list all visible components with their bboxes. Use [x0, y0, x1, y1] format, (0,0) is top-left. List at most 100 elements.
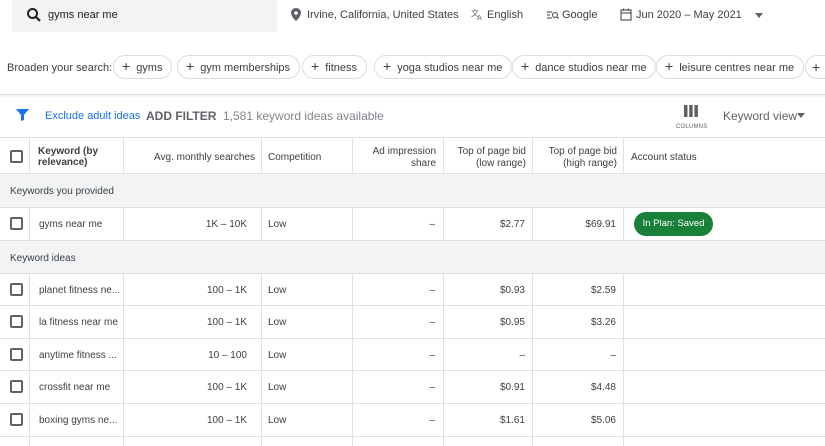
- table-row[interactable]: gyms near me 1K – 10K Low – $2.77 $69.91…: [0, 208, 825, 241]
- broaden-label: Broaden your search:: [7, 62, 113, 74]
- location-selector[interactable]: Irvine, California, United States: [291, 8, 459, 21]
- broaden-chip[interactable]: + leisure centres near me: [656, 55, 805, 79]
- section-keywords-provided: Keywords you provided: [0, 174, 825, 208]
- table-row[interactable]: [0, 437, 825, 446]
- language-selector[interactable]: 文 A English: [471, 8, 523, 21]
- broaden-chip[interactable]: + fitness: [302, 55, 367, 79]
- filter-icon[interactable]: [16, 108, 29, 121]
- impression-value: –: [429, 415, 435, 426]
- network-icon: [547, 11, 559, 19]
- col-header-bid-low[interactable]: Top of page bid (low range): [444, 138, 533, 173]
- row-checkbox[interactable]: [10, 413, 23, 426]
- col-header-competition[interactable]: Competition: [262, 138, 353, 173]
- table-row[interactable]: la fitness near me 100 – 1K Low – $0.95 …: [0, 306, 825, 339]
- top-bar: gyms near me Irvine, California, United …: [0, 0, 825, 32]
- table-header-row: Keyword (by relevance) Avg. monthly sear…: [0, 137, 825, 174]
- keyword-text: anytime fitness ...: [39, 350, 117, 361]
- table-row[interactable]: boxing gyms ne... 100 – 1K Low – $1.61 $…: [0, 404, 825, 437]
- avg-searches: 100 – 1K: [206, 382, 247, 393]
- col-header-keyword[interactable]: Keyword (by relevance): [30, 138, 124, 173]
- bid-high-value: $4.48: [590, 382, 616, 393]
- keyword-text: planet fitness ne...: [39, 285, 121, 296]
- bid-low-value: –: [519, 350, 525, 361]
- plus-icon: +: [665, 58, 674, 74]
- plus-icon: +: [311, 58, 320, 74]
- col-header-account-status[interactable]: Account status: [624, 138, 825, 173]
- bid-low-value: $2.77: [499, 219, 525, 230]
- keyword-ideas-count: 1,581 keyword ideas available: [223, 109, 384, 123]
- keyword-text: gyms near me: [39, 219, 103, 230]
- broaden-chip[interactable]: + dance studios near me: [512, 55, 657, 79]
- plus-icon: +: [383, 58, 392, 74]
- table-row[interactable]: anytime fitness ... 10 – 100 Low – – –: [0, 339, 825, 371]
- keyword-text: boxing gyms ne...: [39, 415, 118, 426]
- bid-high-value: $2.59: [590, 285, 616, 296]
- competition-value: Low: [268, 219, 287, 230]
- svg-text:A: A: [477, 14, 482, 21]
- bid-low-value: $0.95: [499, 317, 525, 328]
- bid-low-value: $1.61: [499, 415, 525, 426]
- row-checkbox[interactable]: [10, 348, 23, 361]
- search-icon: [27, 8, 41, 22]
- section-divider: [0, 94, 825, 95]
- search-input[interactable]: gyms near me: [12, 0, 277, 32]
- row-checkbox[interactable]: [10, 315, 23, 328]
- add-filter-button[interactable]: ADD FILTER: [146, 109, 216, 123]
- bid-high-value: $5.06: [590, 415, 616, 426]
- columns-button[interactable]: COLUMNS: [672, 105, 712, 131]
- competition-value: Low: [268, 317, 287, 328]
- broaden-search-row: Broaden your search: + gyms + gym membersh…: [0, 55, 825, 79]
- dropdown-arrow-icon: [797, 113, 805, 118]
- chip-scroll-right-button[interactable]: +: [805, 55, 825, 79]
- competition-value: Low: [268, 350, 287, 361]
- broaden-chip[interactable]: + gyms: [113, 55, 173, 79]
- row-checkbox[interactable]: [10, 217, 23, 230]
- avg-searches: 10 – 100: [208, 350, 247, 361]
- section-keyword-ideas: Keyword ideas: [0, 241, 825, 274]
- row-checkbox[interactable]: [10, 283, 23, 296]
- date-range-selector[interactable]: Jun 2020 – May 2021: [620, 8, 742, 21]
- avg-searches: 100 – 1K: [206, 317, 247, 328]
- row-checkbox[interactable]: [10, 380, 23, 393]
- col-header-ad-impression-share[interactable]: Ad impression share: [353, 138, 444, 173]
- impression-value: –: [429, 285, 435, 296]
- table-row[interactable]: planet fitness ne... 100 – 1K Low – $0.9…: [0, 274, 825, 306]
- competition-value: Low: [268, 382, 287, 393]
- impression-value: –: [429, 350, 435, 361]
- location-pin-icon: [291, 8, 301, 21]
- broaden-chip[interactable]: + yoga studios near me: [374, 55, 513, 79]
- impression-value: –: [429, 219, 435, 230]
- avg-searches: 100 – 1K: [206, 285, 247, 296]
- columns-icon: [684, 105, 698, 117]
- avg-searches: 100 – 1K: [206, 415, 247, 426]
- keyword-view-selector[interactable]: Keyword view: [723, 109, 805, 123]
- columns-label: COLUMNS: [676, 124, 708, 130]
- bid-low-value: $0.91: [499, 382, 525, 393]
- table-row[interactable]: crossfit near me 100 – 1K Low – $0.91 $4…: [0, 371, 825, 404]
- plus-icon: +: [521, 58, 530, 74]
- select-all-checkbox[interactable]: [10, 150, 23, 163]
- plus-icon: +: [812, 59, 821, 75]
- bid-high-value: –: [610, 350, 616, 361]
- competition-value: Low: [268, 415, 287, 426]
- keyword-text: la fitness near me: [39, 317, 118, 328]
- date-range-dropdown-icon[interactable]: [755, 13, 763, 18]
- bid-high-value: $69.91: [585, 219, 616, 230]
- keyword-view-label: Keyword view: [723, 109, 798, 123]
- calendar-icon: [620, 8, 632, 21]
- broaden-chip[interactable]: + gym memberships: [177, 55, 301, 79]
- avg-searches: 1K – 10K: [205, 219, 247, 230]
- plus-icon: +: [186, 58, 195, 74]
- col-header-avg-monthly-searches[interactable]: Avg. monthly searches: [124, 138, 262, 173]
- search-query: gyms near me: [48, 9, 118, 21]
- filter-toolbar: Exclude adult ideas ADD FILTER 1,581 key…: [0, 100, 825, 134]
- keyword-text: crossfit near me: [39, 382, 111, 393]
- status-badge[interactable]: In Plan: Saved: [634, 212, 713, 236]
- exclude-adult-ideas-link[interactable]: Exclude adult ideas: [45, 110, 140, 122]
- impression-value: –: [429, 317, 435, 328]
- bid-high-value: $3.26: [590, 317, 616, 328]
- competition-value: Low: [268, 285, 287, 296]
- bid-low-value: $0.93: [499, 285, 525, 296]
- col-header-bid-high[interactable]: Top of page bid (high range): [533, 138, 624, 173]
- network-selector[interactable]: Google: [546, 9, 597, 21]
